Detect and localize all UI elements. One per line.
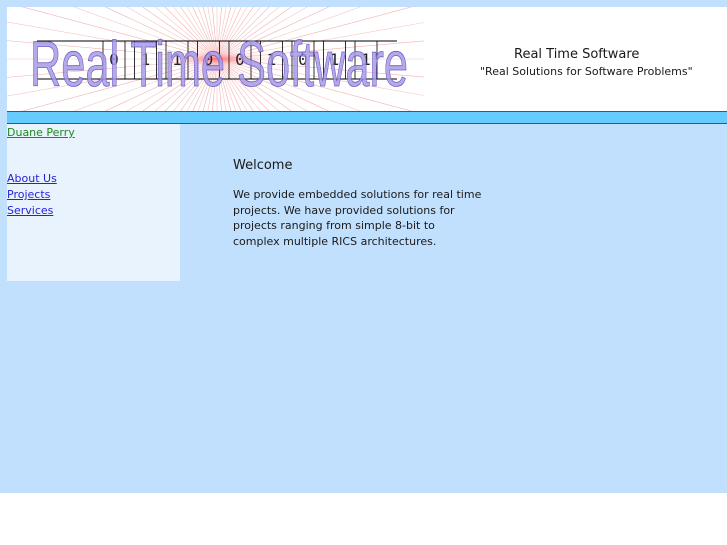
nav-link-projects[interactable]: Projects (7, 188, 50, 201)
site-tagline: "Real Solutions for Software Problems" (480, 65, 693, 78)
site-title: Real Time Software (514, 47, 640, 62)
logo-graphic: 011001011 Real Time Software (7, 7, 424, 111)
owner-link[interactable]: Duane Perry (7, 126, 75, 139)
header: 011001011 Real Time Software Real Time S… (7, 7, 727, 111)
nav-link-about-us[interactable]: About Us (7, 172, 57, 185)
site-logo: 011001011 Real Time Software (7, 7, 424, 111)
sidebar: Duane Perry About Us Projects Services (7, 124, 180, 281)
nav-bar (7, 112, 727, 123)
nav-link-services[interactable]: Services (7, 204, 53, 217)
logo-text: Real Time Software (30, 28, 408, 100)
content-body: We provide embedded solutions for real t… (233, 188, 482, 248)
content-title: Welcome (233, 158, 293, 173)
